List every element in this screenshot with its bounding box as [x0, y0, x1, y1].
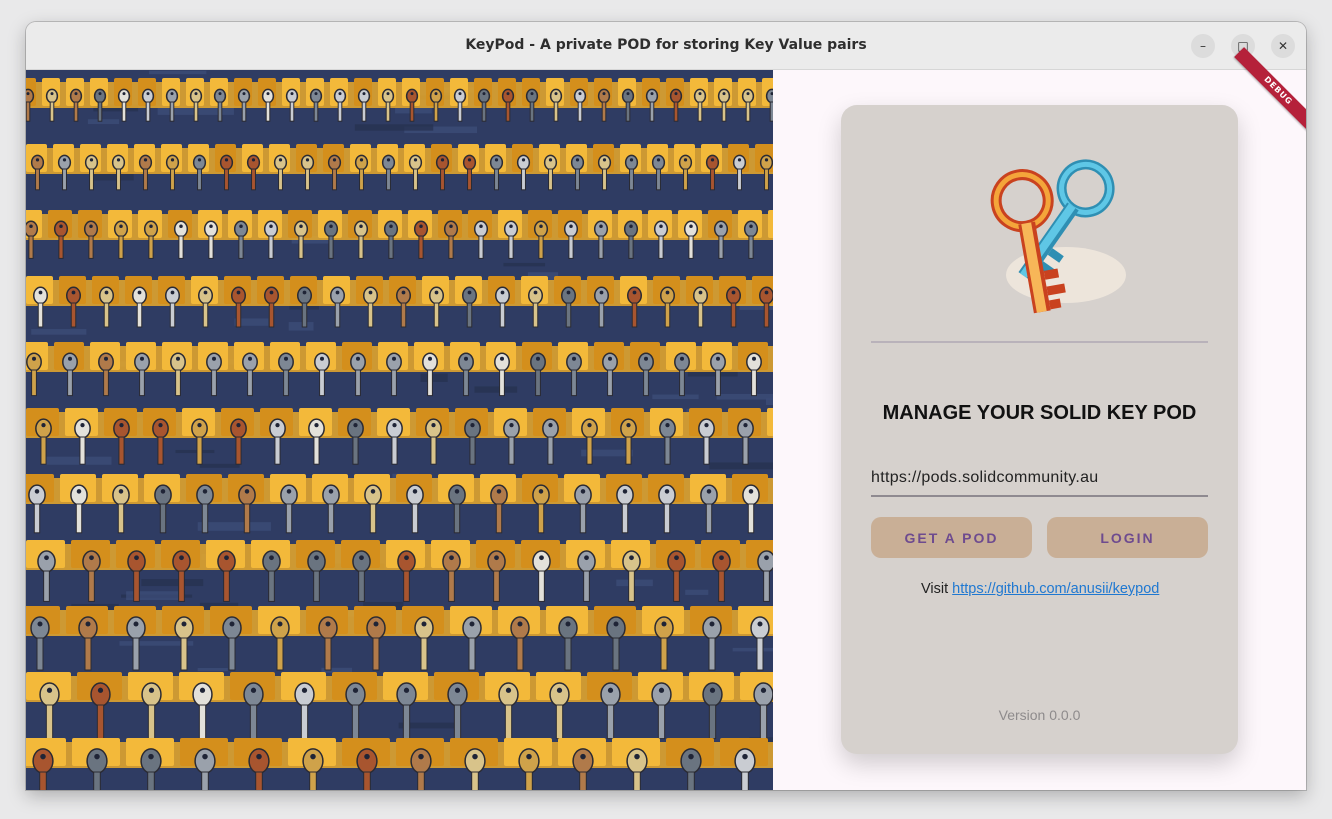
keys-logo-icon [990, 159, 1126, 314]
hero-image [26, 70, 773, 790]
login-card: MANAGE YOUR SOLID KEY POD GET A POD LOGI… [841, 105, 1238, 754]
server-url-input[interactable] [871, 461, 1208, 497]
version-label: Version 0.0.0 [998, 707, 1081, 723]
app-window: KeyPod - A private POD for storing Key V… [26, 22, 1306, 790]
repo-link[interactable]: https://github.com/anusii/keypod [952, 581, 1159, 597]
card-heading: MANAGE YOUR SOLID KEY POD [882, 402, 1197, 424]
minimize-button[interactable]: – [1191, 34, 1215, 58]
login-pane: DEBUG MANAGE YOUR SOLID KEY POD https://… [773, 47, 1306, 790]
visit-line: Visit https://github.com/anusii/keypod [921, 581, 1159, 597]
keys-wall-illustration [26, 70, 773, 790]
login-button[interactable]: LOGIN [1047, 517, 1208, 558]
get-a-pod-button[interactable]: GET A POD [871, 517, 1032, 558]
visit-prefix: Visit [921, 581, 953, 597]
card-divider [871, 341, 1208, 343]
minimize-icon: – [1200, 39, 1206, 53]
title-bar[interactable]: KeyPod - A private POD for storing Key V… [26, 22, 1306, 70]
window-title: KeyPod - A private POD for storing Key V… [465, 37, 867, 53]
close-button[interactable]: ✕ [1271, 34, 1295, 58]
close-icon: ✕ [1277, 39, 1289, 53]
